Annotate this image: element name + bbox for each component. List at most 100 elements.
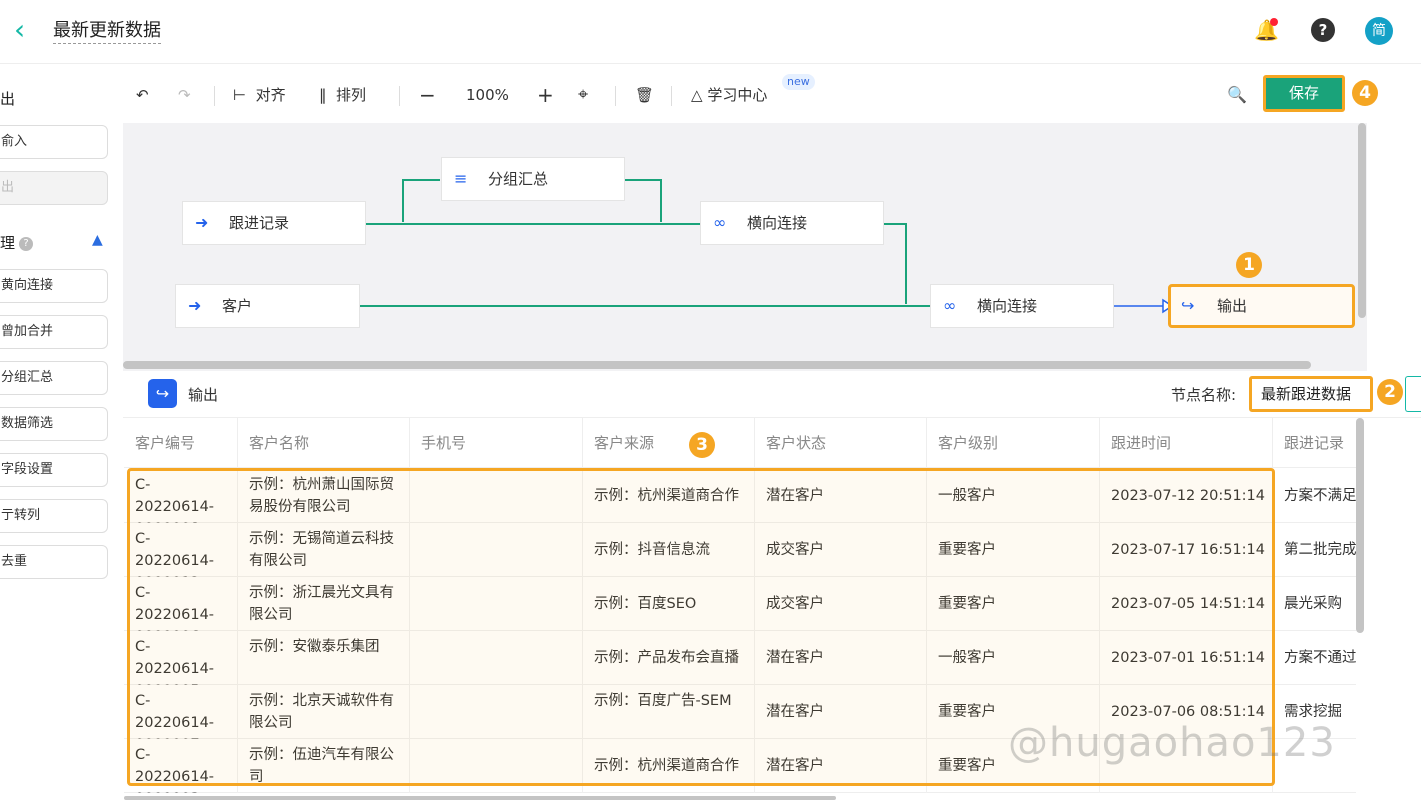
annotation-badge-3: 3 — [689, 432, 715, 458]
table-row[interactable]: C-20220614-0000005示例：安徽泰乐集团 示例：产品发布会直播潜在客… — [124, 631, 1356, 685]
undo-icon[interactable]: ↶ — [136, 83, 149, 107]
node-label: 输出 — [1217, 297, 1248, 315]
output-icon: ↪ — [1181, 296, 1195, 315]
table-cell: 方案不满足 — [1273, 469, 1356, 523]
table-row[interactable]: C-20220614-0000008示例：杭州萧山国际贸易股份有限公司 示例：杭州… — [124, 469, 1356, 523]
table-cell: 示例：无锡简道云科技有限公司 — [238, 523, 410, 577]
save-button[interactable]: 保存 — [1263, 75, 1345, 112]
sidebar-item-filter[interactable]: 数据筛选 — [0, 407, 108, 441]
table-cell: 一般客户 — [927, 631, 1100, 685]
table-cell: 重要客户 — [927, 523, 1100, 577]
table-cell — [410, 685, 583, 739]
column-header[interactable]: 客户名称 — [238, 418, 410, 468]
column-header[interactable]: 跟进记录 — [1273, 418, 1356, 468]
zoom-in-icon[interactable]: + — [537, 83, 554, 107]
column-header[interactable]: 客户来源 — [583, 418, 755, 468]
page-title[interactable]: 最新更新数据 — [53, 19, 161, 44]
sidebar-section-process: 理? — [0, 232, 34, 253]
column-header[interactable]: 客户编号 — [124, 418, 238, 468]
align-label: 对齐 — [255, 86, 286, 104]
table-cell: 示例：百度SEO — [583, 577, 755, 631]
table-cell: 示例：杭州萧山国际贸易股份有限公司 — [238, 469, 410, 523]
column-header[interactable]: 跟进时间 — [1100, 418, 1273, 468]
help-icon[interactable]: ? — [1311, 18, 1335, 42]
flow-canvas[interactable] — [123, 123, 1367, 371]
locate-icon[interactable]: ⌖ — [578, 83, 588, 107]
warning-icon[interactable]: ▲ — [92, 232, 103, 248]
arrange-button[interactable]: ‖ 排列 — [319, 83, 366, 107]
column-header[interactable]: 手机号 — [410, 418, 583, 468]
canvas-toolbar: ↶ ↷ ⊢ 对齐 ‖ 排列 − 100% + ⌖ 🗑 △ 学习中心 new 🔍 … — [123, 66, 1421, 123]
redo-icon[interactable]: ↷ — [178, 83, 191, 107]
input-arrow-icon: ➜ — [195, 213, 209, 232]
node-name-extension — [1405, 376, 1421, 412]
column-header[interactable]: 客户状态 — [755, 418, 927, 468]
table-cell: 示例：北京天诚软件有限公司 — [238, 685, 410, 739]
table-cell — [410, 739, 583, 793]
annotation-badge-1: 1 — [1236, 252, 1262, 278]
divider — [399, 86, 400, 106]
table-horizontal-scrollbar[interactable] — [124, 796, 836, 800]
node-name-label: 节点名称: — [1171, 386, 1237, 404]
node-horizontal-join-2[interactable]: ∞ 横向连接 — [930, 284, 1114, 328]
sidebar-item-fields[interactable]: 字段设置 — [0, 453, 108, 487]
node-output[interactable]: ↪ 输出 — [1168, 284, 1355, 328]
table-cell: 示例：安徽泰乐集团 — [238, 631, 410, 685]
table-cell: 晨光采购 — [1273, 577, 1356, 631]
node-name-input[interactable]: 最新跟进数据 — [1249, 376, 1373, 412]
node-followup-records[interactable]: ➜ 跟进记录 — [182, 201, 366, 245]
question-icon[interactable]: ? — [19, 236, 34, 251]
trash-icon[interactable]: 🗑 — [635, 83, 654, 107]
sidebar-item-append[interactable]: 曾加合并 — [0, 315, 108, 349]
table-cell: 示例：杭州渠道商合作 — [583, 469, 755, 523]
table-cell — [410, 523, 583, 577]
table-cell: 一般客户 — [927, 469, 1100, 523]
sidebar-item-group[interactable]: 分组汇总 — [0, 361, 108, 395]
output-icon: ↪ — [148, 379, 177, 408]
table-cell: 成交客户 — [755, 577, 927, 631]
table-cell — [410, 577, 583, 631]
zoom-out-icon[interactable]: − — [419, 83, 436, 107]
link-icon: ∞ — [713, 213, 727, 232]
table-cell: 第二批完成 — [1273, 523, 1356, 577]
table-cell: 潜在客户 — [755, 631, 927, 685]
sidebar-item-row-to-col[interactable]: 亍转列 — [0, 499, 108, 533]
avatar[interactable]: 简 — [1365, 17, 1393, 45]
table-cell: C-20220614-0000006 — [124, 577, 238, 631]
learn-center-button[interactable]: △ 学习中心 — [691, 83, 767, 107]
table-row[interactable]: C-20220614-0000006示例：浙江晨光文具有限公司 示例：百度SEO成… — [124, 577, 1356, 631]
node-label: 横向连接 — [747, 214, 808, 232]
app-header: ‹ 最新更新数据 🔔 ? 简 — [0, 0, 1421, 64]
table-cell — [410, 631, 583, 685]
annotation-badge-2: 2 — [1377, 379, 1403, 405]
sidebar-item-dedupe[interactable]: 去重 — [0, 545, 108, 579]
node-label: 分组汇总 — [488, 170, 549, 188]
table-cell: 示例：杭州渠道商合作 — [583, 739, 755, 793]
table-cell: 示例：抖音信息流 — [583, 523, 755, 577]
back-arrow-icon[interactable]: ‹ — [14, 16, 36, 46]
node-group-summary[interactable]: ≡ 分组汇总 — [441, 157, 625, 201]
sidebar-item-join[interactable]: 黄向连接 — [0, 269, 108, 303]
bell-icon[interactable]: 🔔 — [1254, 18, 1279, 42]
node-customer[interactable]: ➜ 客户 — [175, 284, 360, 328]
table-cell: 成交客户 — [755, 523, 927, 577]
table-cell: C-20220614-0000008 — [124, 469, 238, 523]
align-button[interactable]: ⊢ 对齐 — [233, 83, 286, 107]
preview-search-icon[interactable]: 🔍 — [1227, 83, 1247, 107]
node-horizontal-join-1[interactable]: ∞ 横向连接 — [700, 201, 884, 245]
list-icon: ≡ — [454, 169, 468, 188]
table-cell: 2023-07-05 14:51:14 — [1100, 577, 1273, 631]
link-icon: ∞ — [943, 296, 957, 315]
panel-title: 输出 — [188, 386, 219, 404]
table-cell: 示例：浙江晨光文具有限公司 — [238, 577, 410, 631]
sidebar-item-input[interactable]: 俞入 — [0, 125, 108, 159]
table-cell: 2023-07-17 16:51:14 — [1100, 523, 1273, 577]
node-label: 横向连接 — [977, 297, 1038, 315]
column-header[interactable]: 客户级别 — [927, 418, 1100, 468]
input-arrow-icon: ➜ — [188, 296, 202, 315]
canvas-horizontal-scrollbar[interactable] — [123, 361, 1311, 369]
canvas-vertical-scrollbar[interactable] — [1358, 123, 1366, 318]
table-vertical-scrollbar[interactable] — [1356, 418, 1364, 633]
node-config-header: ↪ 输出 节点名称: 最新跟进数据 2 — [123, 372, 1421, 418]
table-row[interactable]: C-20220614-0000012示例：无锡简道云科技有限公司 示例：抖音信息流… — [124, 523, 1356, 577]
